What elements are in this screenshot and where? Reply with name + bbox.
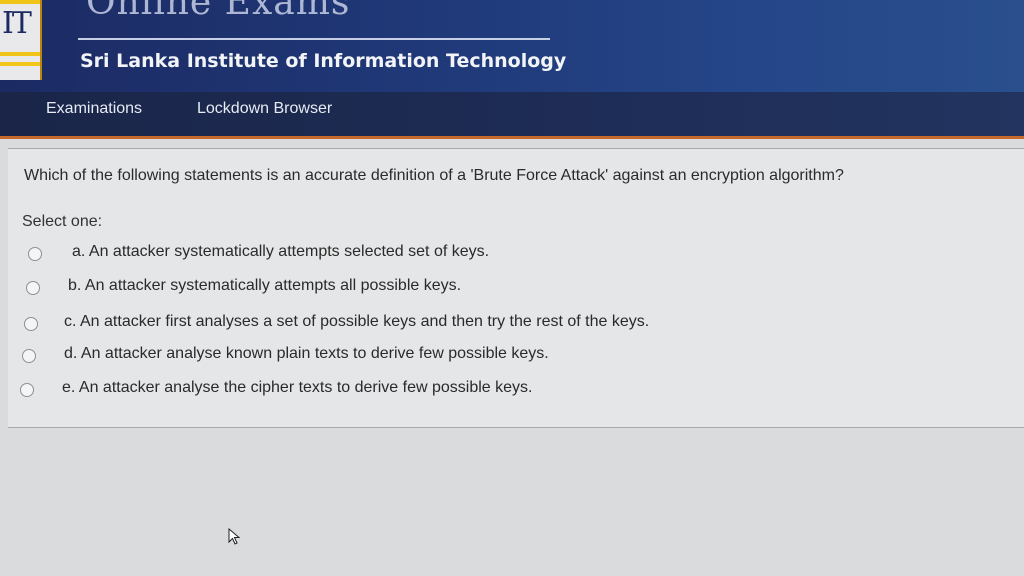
nav-lockdown-browser[interactable]: Lockdown Browser (197, 100, 332, 118)
logo-text: IT (2, 6, 32, 41)
option-label: e. An attacker analyse the cipher texts … (62, 379, 533, 396)
option-label: c. An attacker first analyses a set of p… (64, 313, 650, 330)
question-card: Which of the following statements is an … (8, 148, 1024, 428)
nav-examinations[interactable]: Examinations (46, 100, 142, 118)
radio-button[interactable] (24, 317, 38, 331)
option-label: b. An attacker systematically attempts a… (68, 277, 462, 294)
option-label: a. An attacker systematically attempts s… (72, 243, 490, 260)
logo-stripe (0, 52, 40, 56)
title-divider (78, 38, 550, 40)
institute-logo: IT (0, 0, 42, 80)
radio-button[interactable] (22, 349, 36, 363)
radio-button[interactable] (20, 383, 34, 397)
radio-button[interactable] (26, 281, 40, 295)
app-title: Online Exams (86, 0, 351, 23)
logo-stripe (0, 0, 40, 4)
logo-stripe (0, 62, 40, 66)
nav-bar: Examinations Lockdown Browser (0, 92, 1024, 139)
radio-button[interactable] (28, 247, 42, 261)
select-one-label: Select one: (22, 213, 103, 230)
mouse-pointer-icon (228, 528, 241, 545)
institute-name: Sri Lanka Institute of Information Techn… (80, 50, 567, 72)
site-header: IT Online Exams Sri Lanka Institute of I… (0, 0, 1024, 96)
question-text: Which of the following statements is an … (24, 167, 844, 184)
option-label: d. An attacker analyse known plain texts… (64, 345, 549, 362)
